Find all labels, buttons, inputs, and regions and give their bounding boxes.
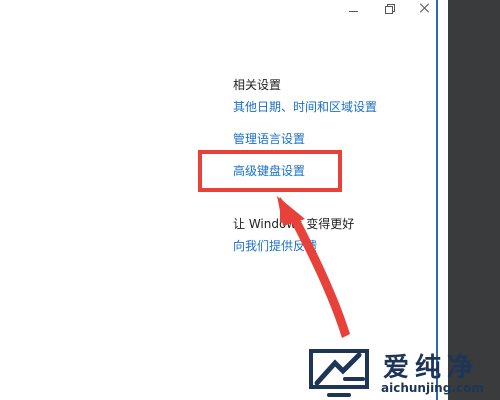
window-edge (436, 0, 438, 400)
minimize-button[interactable] (336, 0, 370, 16)
desktop-background-strip (448, 0, 500, 400)
settings-window: 相关设置 其他日期、时间和区域设置 管理语言设置 高级键盘设置 让 Window… (0, 0, 448, 400)
other-date-time-region-settings-link[interactable]: 其他日期、时间和区域设置 (233, 98, 377, 115)
site-watermark: 爱纯净 aichunjing.com (305, 345, 500, 400)
minimize-icon (348, 10, 358, 12)
monitor-logo-icon (309, 349, 369, 397)
manage-language-settings-link[interactable]: 管理语言设置 (233, 130, 305, 147)
improve-windows-heading: 让 Windows 变得更好 (233, 217, 355, 231)
watermark-brand-cn: 爱纯净 (383, 353, 480, 383)
related-settings-heading: 相关设置 (233, 78, 282, 92)
close-icon (420, 3, 430, 13)
give-feedback-link[interactable]: 向我们提供反馈 (233, 237, 317, 254)
watermark-brand-url: aichunjing.com (381, 381, 484, 395)
highlight-annotation-box (198, 150, 342, 192)
restore-icon (384, 3, 395, 14)
screenshot-stage: 相关设置 其他日期、时间和区域设置 管理语言设置 高级键盘设置 让 Window… (0, 0, 500, 400)
restore-button[interactable] (372, 0, 406, 16)
